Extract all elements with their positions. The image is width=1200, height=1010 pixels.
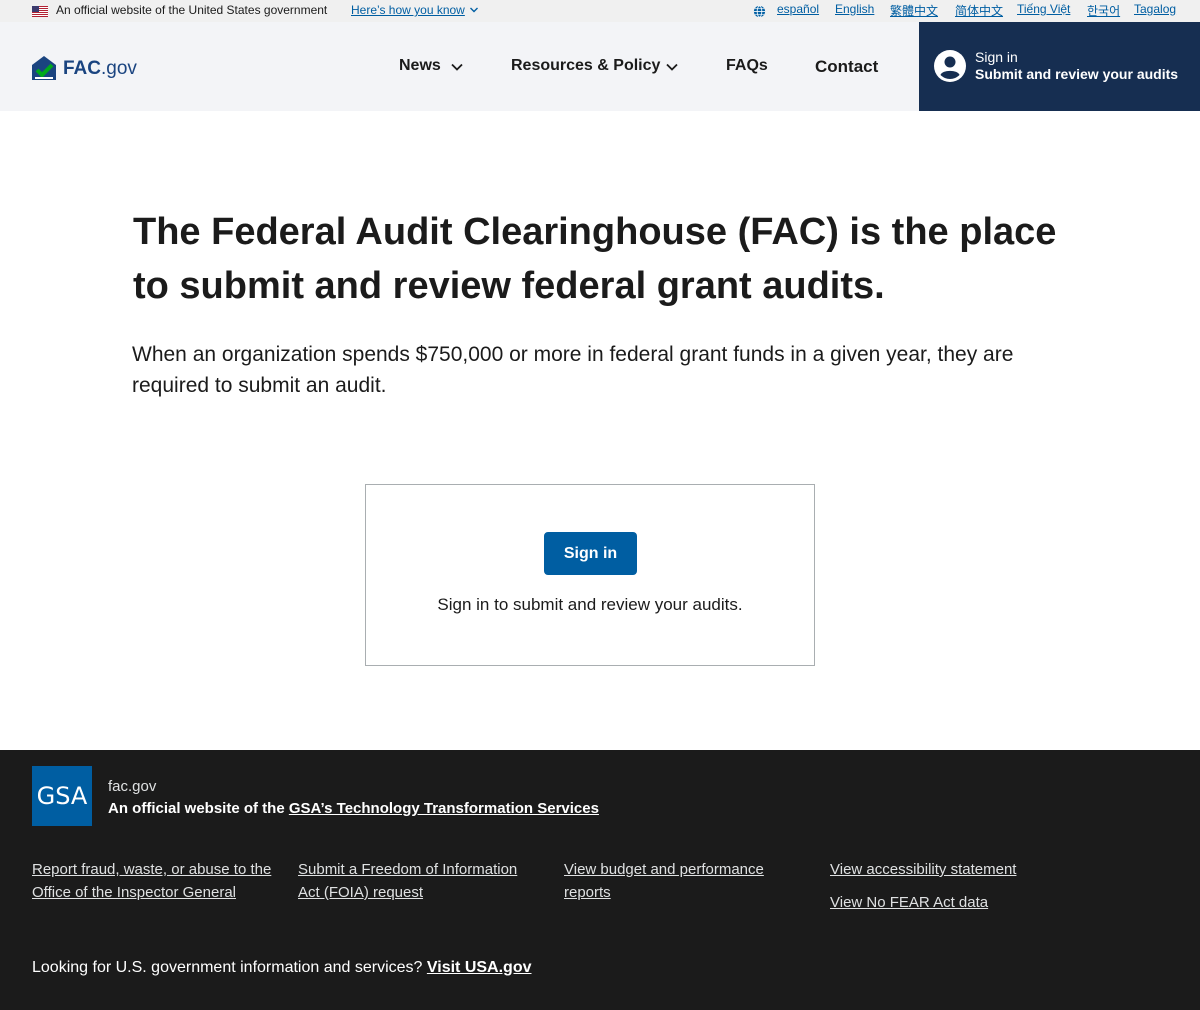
tts-link[interactable]: GSA’s Technology Transformation Services — [289, 800, 599, 817]
fac-logo-icon[interactable] — [32, 56, 56, 80]
nav-news[interactable]: News — [399, 57, 441, 75]
gov-banner: An official website of the United States… — [0, 0, 1200, 22]
user-avatar-icon — [934, 50, 966, 82]
footer-official-text: An official website of the GSA’s Technol… — [108, 800, 599, 817]
lang-link-espanol[interactable]: español — [777, 2, 819, 16]
nav-resources-policy[interactable]: Resources & Policy — [511, 57, 660, 75]
footer-link-foia[interactable]: Submit a Freedom of Information Act (FOI… — [298, 858, 538, 904]
page-subtitle: When an organization spends $750,000 or … — [132, 343, 1014, 397]
lang-link-traditional-chinese[interactable]: 繁體中文 — [890, 2, 938, 19]
chevron-down-icon[interactable] — [665, 60, 679, 74]
page-title: The Federal Audit Clearinghouse (FAC) is… — [133, 211, 1057, 307]
chevron-down-icon[interactable] — [469, 5, 479, 15]
lang-link-vietnamese[interactable]: Tiếng Việt — [1017, 2, 1070, 16]
signin-button[interactable]: Sign in — [544, 532, 637, 575]
chevron-down-icon[interactable] — [450, 60, 464, 74]
lang-link-simplified-chinese[interactable]: 简体中文 — [955, 2, 1003, 19]
how-you-know-link[interactable]: Here’s how you know — [351, 3, 465, 17]
signin-card: Sign in Sign in to submit and review you… — [365, 484, 815, 666]
site-footer: GSA fac.gov An official website of the G… — [0, 750, 1200, 1010]
footer-link-budget[interactable]: View budget and performance reports — [564, 858, 804, 904]
logo-bold: FAC — [63, 58, 101, 79]
globe-icon — [753, 5, 766, 18]
footer-usa-prefix: Looking for U.S. government information … — [32, 959, 427, 976]
signin-card-text: Sign in to submit and review your audits… — [437, 595, 743, 614]
signin-label: Sign in — [975, 49, 1018, 65]
lang-link-tagalog[interactable]: Tagalog — [1134, 2, 1176, 16]
footer-link-no-fear[interactable]: View No FEAR Act data — [830, 891, 1090, 914]
signin-sublabel: Submit and review your audits — [975, 66, 1179, 82]
usa-gov-link[interactable]: Visit USA.gov — [427, 959, 532, 976]
footer-link-accessibility[interactable]: View accessibility statement — [830, 858, 1090, 881]
gsa-logo[interactable]: GSA — [32, 766, 92, 826]
nav-contact[interactable]: Contact — [815, 57, 878, 77]
header-signin-button[interactable]: Sign in Submit and review your audits — [919, 22, 1200, 111]
lang-link-english[interactable]: English — [835, 2, 874, 16]
footer-link-fraud[interactable]: Report fraud, waste, or abuse to the Off… — [32, 858, 272, 904]
lang-link-korean[interactable]: 한국어 — [1087, 2, 1120, 19]
logo-suffix: .gov — [101, 58, 137, 79]
footer-usa-text: Looking for U.S. government information … — [32, 959, 532, 977]
footer-official-prefix: An official website of the — [108, 800, 289, 817]
gsa-logo-text: GSA — [36, 782, 88, 810]
site-header: FAC.gov News Resources & Policy FAQs Con… — [0, 22, 1200, 111]
nav-faqs[interactable]: FAQs — [726, 57, 768, 75]
footer-site-name: fac.gov — [108, 778, 157, 795]
us-flag-icon — [32, 6, 48, 17]
official-site-text: An official website of the United States… — [56, 3, 328, 17]
site-logo[interactable]: FAC.gov — [63, 58, 137, 80]
